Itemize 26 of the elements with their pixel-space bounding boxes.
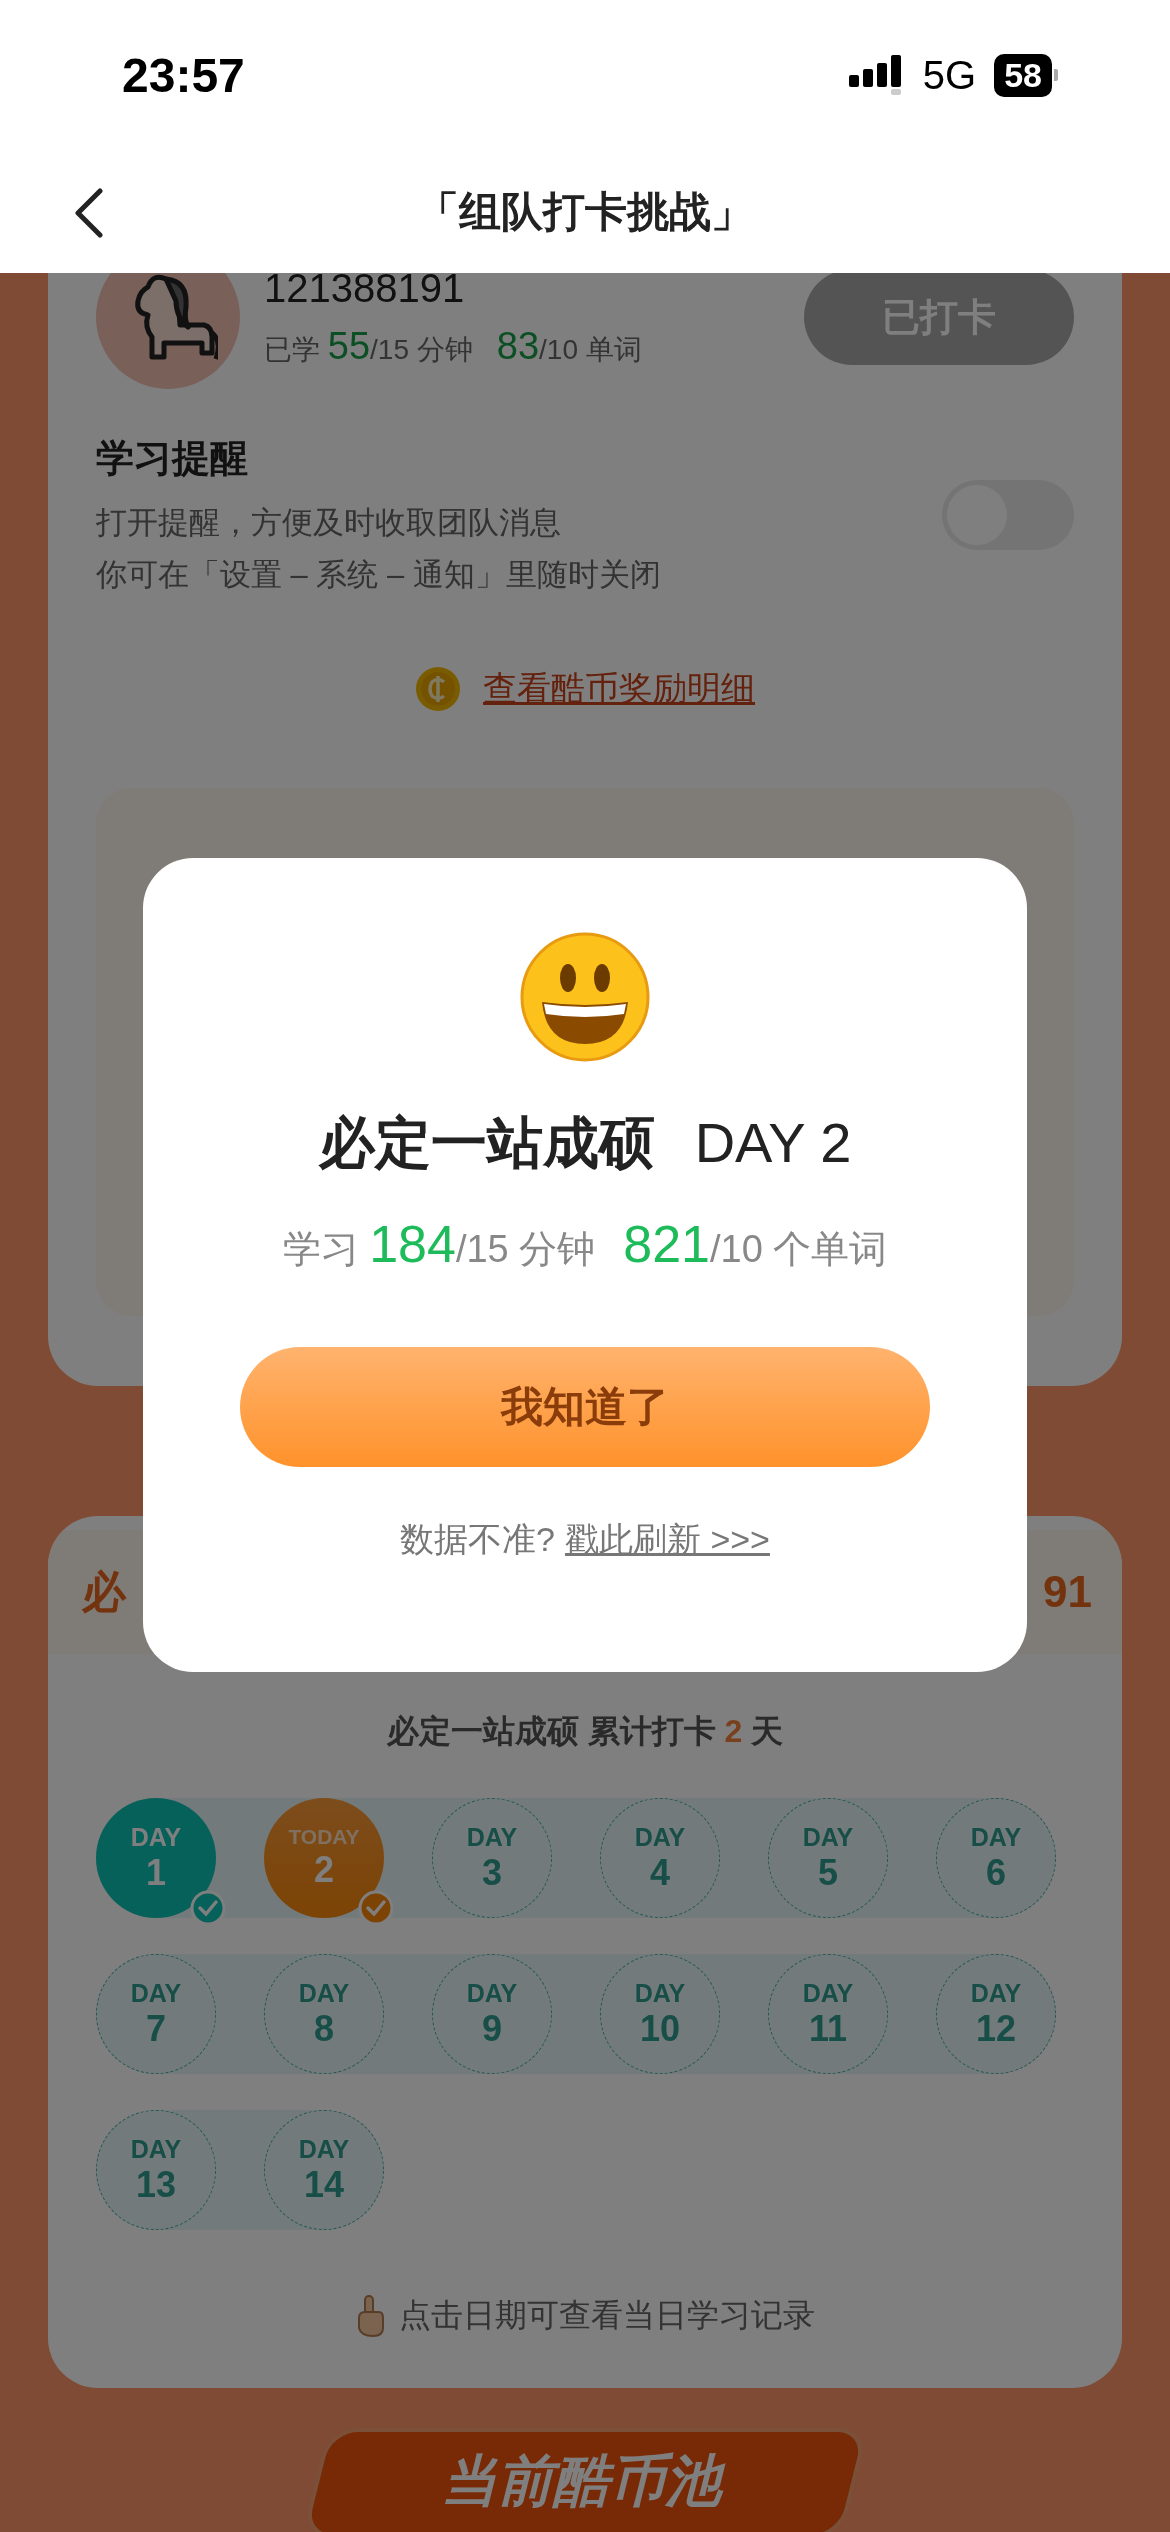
dialog-day: DAY 2 <box>694 1110 852 1175</box>
study-stats: 已学 55/15 分钟 83/10 单词 <box>264 324 643 369</box>
hint-text: 点击日期可查看当日学习记录 <box>399 2296 815 2335</box>
team-name: 必 <box>82 1565 126 1618</box>
reminder-title: 学习提醒 <box>96 436 249 481</box>
battery-level: 58 <box>994 53 1052 97</box>
day-button[interactable]: TODAY 2 <box>264 1798 384 1918</box>
coin-icon <box>415 666 461 712</box>
network-label: 5G <box>922 52 977 98</box>
page-title: 「组队打卡挑战」 <box>417 186 753 237</box>
dialog-stats: 学习 184/15 分钟 821/10 个单词 <box>282 1214 888 1275</box>
smiley-icon <box>520 932 650 1062</box>
day-button[interactable]: DAY 1 <box>96 1798 216 1918</box>
refresh-link[interactable]: 戳此刷新 >>> <box>564 1517 770 1563</box>
reminder-description: 你可在「设置 – 系统 – 通知」里随时关闭 <box>96 556 662 594</box>
refresh-question: 数据不准? <box>400 1519 555 1560</box>
back-icon[interactable] <box>72 188 106 238</box>
got-it-button[interactable]: 我知道了 <box>240 1347 930 1467</box>
reminder-description: 打开提醒，方便及时收取团队消息 <box>96 504 562 542</box>
dialog-team-name: 必定一站成硕 <box>318 1110 655 1176</box>
status-time: 23:57 <box>122 47 245 103</box>
coin-reward-link[interactable]: 查看酷币奖励明细 <box>483 666 755 712</box>
member-name: 121388191 <box>264 265 466 311</box>
pointing-hand-icon <box>355 2294 385 2338</box>
checkin-summary: 必定一站成硕 累计打卡 2 天 <box>385 1712 785 1751</box>
team-id: 91 <box>1043 1567 1092 1617</box>
